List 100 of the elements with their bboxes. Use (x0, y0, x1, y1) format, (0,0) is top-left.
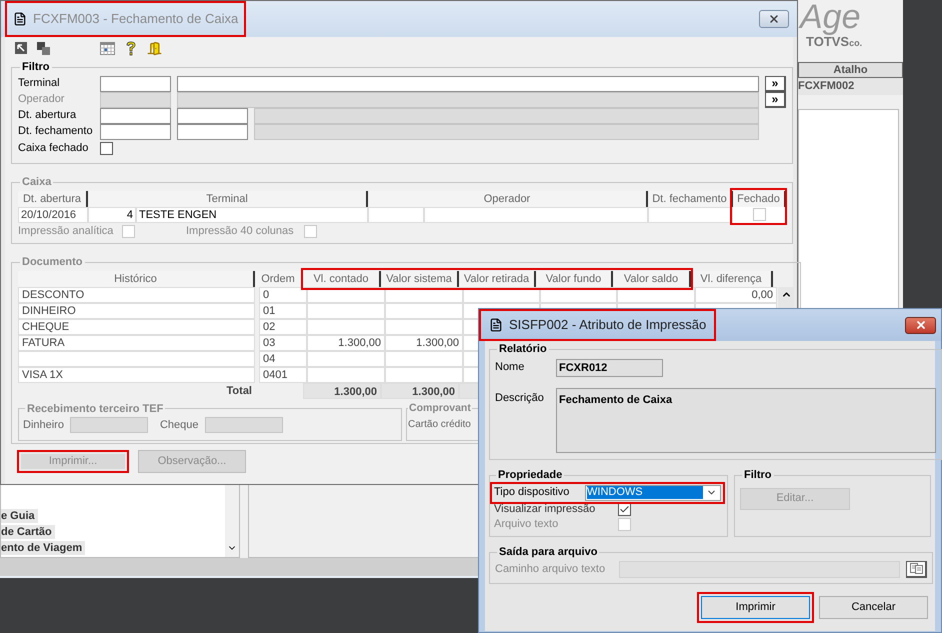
menu-item[interactable]: ento de Viagem (1, 541, 86, 555)
input-field[interactable] (100, 124, 171, 140)
table-cell: 04 (259, 350, 307, 366)
input-field[interactable] (177, 124, 248, 140)
table-cell: 0401 (259, 366, 307, 382)
input-field[interactable] (70, 417, 148, 434)
close-button[interactable] (905, 316, 936, 334)
input-field[interactable] (177, 92, 759, 108)
column-header: Vl. contado (303, 270, 381, 286)
group-label: Saída para arquivo (498, 545, 598, 560)
table-cell: 02 (259, 318, 307, 334)
logo-brand: TOTVSco. (806, 34, 864, 51)
table-cell: 4 (88, 206, 136, 222)
close-button[interactable] (759, 10, 789, 28)
column-header: Valor sistema (381, 270, 459, 286)
group-label: Propriedade (497, 468, 564, 483)
calendar-icon[interactable] (100, 42, 115, 54)
input-field[interactable] (100, 108, 171, 124)
checkbox[interactable] (100, 142, 113, 155)
document-icon (13, 12, 27, 26)
files-icon (910, 563, 922, 574)
table-cell: 0,00 (695, 286, 777, 302)
close-icon (768, 13, 780, 25)
column-header: Ordem (255, 270, 303, 286)
field-label: Dt. abertura (18, 108, 78, 124)
column-header: Vl. diferença (691, 270, 773, 286)
input-field[interactable] (100, 92, 171, 108)
column-header: Operador (368, 190, 648, 206)
input-field[interactable] (204, 417, 283, 434)
document-icon (489, 318, 503, 332)
input-field[interactable] (100, 76, 171, 92)
table-cell: FATURA (18, 334, 255, 350)
squares-icon[interactable] (37, 42, 50, 54)
column-header: Atalho (798, 62, 903, 78)
field-label: Operador (18, 92, 66, 108)
field-label: Descrição (495, 390, 545, 406)
group-label: Recebimento terceiro TEF (26, 402, 164, 416)
arrow-icon[interactable] (15, 42, 27, 54)
table-cell: 0 (259, 286, 307, 302)
input-field[interactable] (254, 124, 759, 140)
field-label: Dinheiro (23, 418, 64, 433)
field-label: Tipo dispositivo (494, 485, 570, 500)
option-label: Impressão analítica (18, 224, 114, 239)
table-cell: 1.300,00 (307, 334, 385, 350)
table-cell: 1.300,00 (385, 334, 463, 350)
table-cell: CHEQUE (18, 318, 255, 334)
column-header: Valor saldo (613, 270, 691, 286)
field-label: Nome (495, 360, 526, 376)
table-cell: FCXFM002 (798, 78, 903, 95)
table-cell: 03 (259, 334, 307, 350)
group-label: Filtro (21, 60, 50, 75)
total-cell: 1.300,00 (303, 382, 381, 398)
lookup-button[interactable]: » (765, 76, 786, 92)
column-header: Histórico (18, 270, 255, 286)
group-label: Filtro (743, 468, 772, 483)
input-field[interactable] (254, 108, 759, 124)
table-cell: DESCONTO (18, 286, 255, 302)
table-cell: DINHEIRO (18, 302, 255, 318)
field-label: Cartão crédito (408, 419, 471, 430)
close-icon (914, 319, 926, 331)
window-title: FCXFM003 - Fechamento de Caixa (33, 10, 238, 28)
group-label: Documento (21, 255, 84, 270)
column-header: Dt. abertura (18, 190, 88, 206)
field-label: Caminho arquivo texto (495, 562, 606, 577)
browse-button[interactable] (906, 560, 927, 578)
column-header: Terminal (88, 190, 368, 206)
option-label: Visualizar impressão (494, 502, 596, 517)
field-label: Terminal (18, 76, 61, 92)
group-label: Comprovant (408, 400, 472, 416)
table-cell: 01 (259, 302, 307, 318)
menu-item[interactable]: de Cartão (1, 525, 55, 539)
column-header: Fechado (733, 190, 786, 206)
check-icon (619, 504, 630, 514)
window-title: SISFP002 - Atributo de Impressão (509, 316, 706, 334)
input-field[interactable]: FCXR012 (556, 358, 663, 376)
lookup-button[interactable]: » (765, 92, 786, 108)
logo-text: Age (800, 0, 862, 34)
total-cell: 1.300,00 (381, 382, 459, 398)
input-field[interactable] (177, 108, 248, 124)
menu-item[interactable]: e Guia (1, 509, 38, 523)
exit-icon[interactable] (147, 40, 162, 56)
input-field[interactable] (177, 76, 759, 92)
column-header: Valor fundo (536, 270, 613, 286)
text-area[interactable]: Fechamento de Caixa (556, 388, 936, 452)
table-cell (368, 206, 424, 222)
action-button[interactable]: Cancelar (819, 596, 928, 619)
table-cell: VISA 1X (18, 366, 255, 382)
field-label: Dt. fechamento (18, 124, 94, 140)
help-icon[interactable] (125, 40, 137, 56)
table-cell: TESTE ENGEN (136, 206, 368, 222)
group-label: Caixa (21, 175, 52, 190)
table-cell: 20/10/2016 (18, 206, 88, 222)
field-label: Cheque (160, 418, 199, 433)
option-label: Arquivo texto (494, 516, 560, 532)
option-label: Impressão 40 colunas (186, 224, 295, 239)
column-header: Valor retirada (459, 270, 536, 286)
dropdown[interactable]: WINDOWS (585, 484, 721, 500)
column-header: Dt. fechamento (648, 190, 733, 206)
group-label: Relatório (498, 342, 548, 357)
total-label: Total (226, 384, 253, 398)
